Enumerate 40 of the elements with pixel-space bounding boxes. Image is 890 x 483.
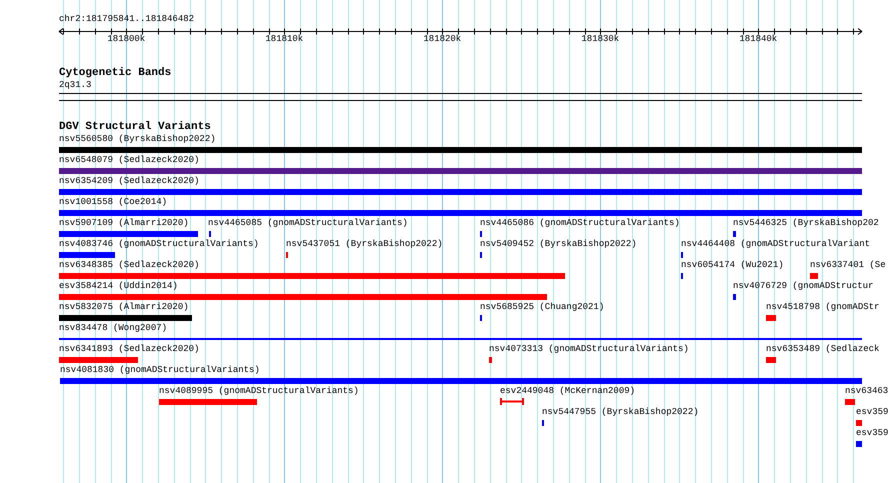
tick-label: 181800k bbox=[106, 34, 146, 45]
feature-label: nsv6054174 (Wu2021) bbox=[681, 260, 784, 271]
feature-label: nsv5409452 (ByrskaBishop2022) bbox=[480, 239, 637, 250]
track-title: DGV Structural Variants bbox=[59, 121, 211, 134]
feature-label: nsv5447955 (ByrskaBishop2022) bbox=[542, 407, 699, 418]
feature-label: nsv5832075 (Almarri2020) bbox=[59, 302, 189, 313]
tick-label: 181810k bbox=[264, 34, 304, 45]
feature-label: nsv4464408 (gnomADStructuralVariant bbox=[681, 239, 870, 250]
tick-label: 181830k bbox=[580, 34, 620, 45]
feature-label: nsv5907109 (Almarri2020) bbox=[59, 218, 189, 229]
feature-label: nsv4083746 (gnomADStructuralVariants) bbox=[59, 239, 259, 250]
feature-label: esv359 bbox=[856, 428, 888, 439]
feature-label: nsv4465086 (gnomADStructuralVariants) bbox=[480, 218, 680, 229]
feature-label: nsv5437051 (ByrskaBishop2022) bbox=[286, 239, 443, 250]
feature-label: nsv1001558 (Coe2014) bbox=[59, 197, 168, 208]
feature-label: nsv4518798 (gnomADStr bbox=[766, 302, 880, 313]
tick-label: 181820k bbox=[422, 34, 462, 45]
feature-label: nsv4076729 (gnomADStructur bbox=[733, 281, 874, 292]
feature-label: nsv4465085 (gnomADStructuralVariants) bbox=[208, 218, 408, 229]
feature-label: esv2449048 (McKernan2009) bbox=[500, 386, 636, 397]
track-title: Cytogenetic Bands bbox=[59, 67, 172, 80]
feature-label: nsv5685925 (Chuang2021) bbox=[480, 302, 604, 313]
feature-label: nsv6337401 (Se bbox=[810, 260, 886, 271]
feature-label: nsv6353489 (Sedlazeck bbox=[766, 344, 880, 355]
feature-label: nsv4073313 (gnomADStructuralVariants) bbox=[489, 344, 689, 355]
feature-label: nsv63463 bbox=[845, 386, 888, 397]
tick-label: 181840k bbox=[738, 34, 778, 45]
feature-label: nsv6341893 (Sedlazeck2020) bbox=[59, 344, 200, 355]
position-label: chr2:181795841..181846482 bbox=[59, 14, 194, 25]
feature-label: esv359 bbox=[856, 407, 888, 418]
feature-label: nsv6354209 (Sedlazeck2020) bbox=[59, 176, 200, 187]
feature-label: nsv4089995 (gnomADStructuralVariants) bbox=[159, 386, 359, 397]
feature-label: nsv4081830 (gnomADStructuralVariants) bbox=[60, 365, 260, 376]
feature-label: nsv834478 (Wong2007) bbox=[59, 323, 168, 334]
band-label: 2q31.3 bbox=[59, 80, 92, 91]
feature-label: nsv5446325 (ByrskaBishop202 bbox=[733, 218, 879, 229]
feature-label: nsv6348385 (Sedlazeck2020) bbox=[59, 260, 200, 271]
feature-label: nsv5560580 (ByrskaBishop2022) bbox=[59, 134, 216, 145]
feature-label: nsv6548079 (Sedlazeck2020) bbox=[59, 155, 200, 166]
feature-label: esv3584214 (Uddin2014) bbox=[59, 281, 178, 292]
